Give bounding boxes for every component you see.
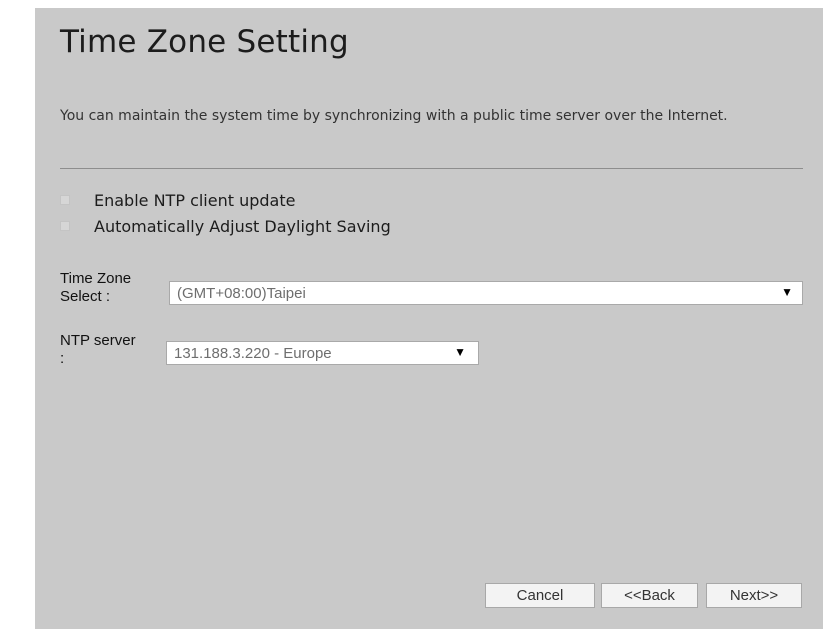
- timezone-value: (GMT+08:00)Taipei: [177, 284, 306, 302]
- ntp-client-option[interactable]: Enable NTP client update: [60, 189, 295, 211]
- back-button[interactable]: <<Back: [601, 583, 698, 608]
- daylight-saving-label: Automatically Adjust Daylight Saving: [94, 216, 391, 236]
- daylight-saving-option[interactable]: Automatically Adjust Daylight Saving: [60, 215, 391, 237]
- cancel-button[interactable]: Cancel: [485, 583, 595, 608]
- chevron-down-icon: ▼: [781, 285, 793, 299]
- ntp-server-value: 131.188.3.220 - Europe: [174, 344, 332, 362]
- ntp-client-checkbox[interactable]: [60, 195, 70, 205]
- page-title: Time Zone Setting: [60, 24, 349, 60]
- timezone-select[interactable]: (GMT+08:00)Taipei ▼: [169, 281, 803, 305]
- divider: [60, 168, 803, 169]
- wizard-panel: Time Zone Setting You can maintain the s…: [35, 8, 823, 629]
- ntp-client-label: Enable NTP client update: [94, 190, 296, 210]
- timezone-label: Time Zone Select :: [60, 270, 132, 305]
- next-button[interactable]: Next>>: [706, 583, 802, 608]
- chevron-down-icon: ▼: [454, 345, 466, 359]
- ntp-server-select[interactable]: 131.188.3.220 - Europe ▼: [166, 341, 479, 365]
- daylight-saving-checkbox[interactable]: [60, 221, 70, 231]
- page-description: You can maintain the system time by sync…: [60, 108, 728, 124]
- ntp-server-label: NTP server :: [60, 332, 136, 367]
